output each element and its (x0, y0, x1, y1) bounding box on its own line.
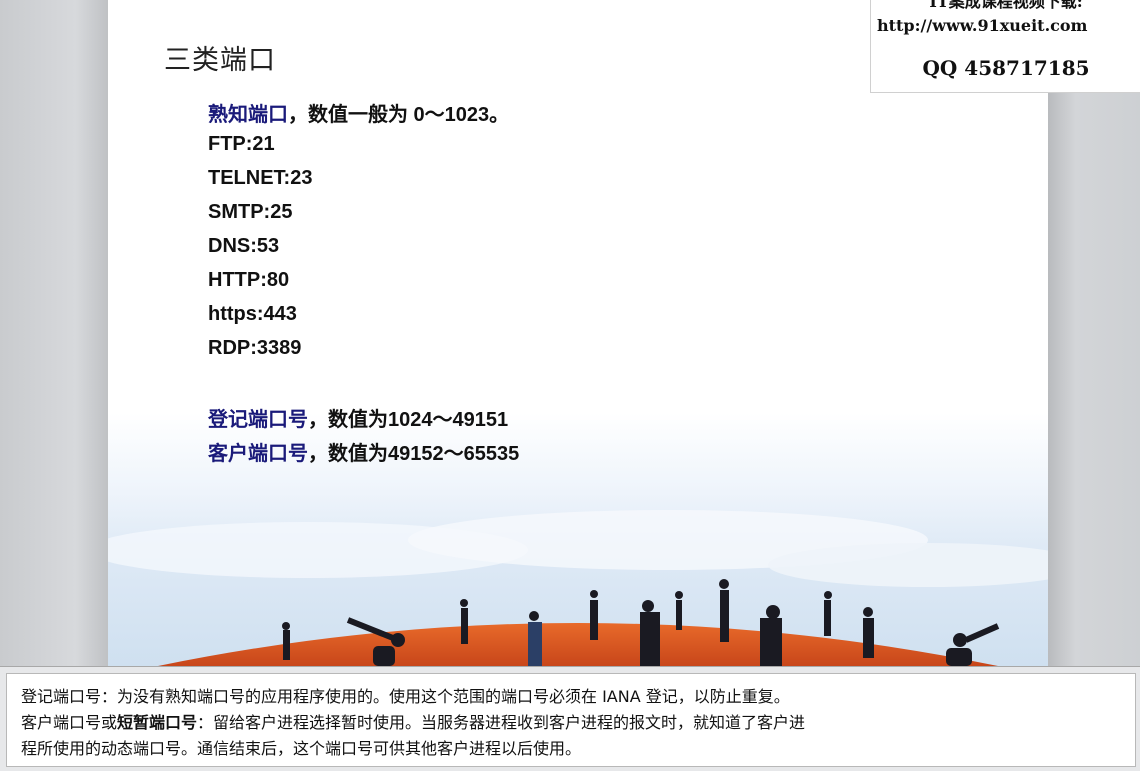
notes-line-1: 登记端口号：为没有熟知端口号的应用程序使用的。使用这个范围的端口号必须在 IAN… (21, 687, 790, 706)
port-item: https:443 (208, 303, 297, 325)
notes-line-2-bold: 短暂端口号 (117, 713, 198, 732)
watermark-url: http://www.91xueit.com (877, 16, 1088, 35)
globe-with-telescope-people-image (158, 579, 1000, 666)
slide-title: 三类端口 (164, 45, 276, 76)
port-item: DNS:53 (208, 235, 280, 257)
notes-text: 登记端口号：为没有熟知端口号的应用程序使用的。使用这个范围的端口号必须在 IAN… (21, 684, 1133, 762)
watermark-box: IT案成课程视频下载: http://www.91xueit.com QQ 45… (870, 0, 1140, 93)
speaker-notes-pane: 登记端口号：为没有熟知端口号的应用程序使用的。使用这个范围的端口号必须在 IAN… (0, 666, 1140, 771)
editor-canvas-left (0, 0, 108, 666)
editor-canvas-right (1048, 0, 1140, 666)
watermark-qq: QQ 458717185 (922, 56, 1090, 80)
notes-line-2-pre: 客户端口号或 (21, 713, 118, 732)
well-known-desc: ，数值一般为 0～1023。 (288, 104, 510, 126)
notes-line-2: 客户端口号或短暂端口号：留给客户进程选择暂时使用。当服务器进程收到客户进程的报文… (21, 710, 1133, 736)
registered-desc: ，数值为1024～49151 (308, 409, 509, 431)
client-heading: 客户端口号 (208, 443, 308, 465)
notes-line-2-post: ：留给客户进程选择暂时使用。当服务器进程收到客户进程的报文时，就知道了客户进 (197, 713, 806, 732)
notes-line-3: 程所使用的动态端口号。通信结束后，这个端口号可供其他客户进程以后使用。 (21, 739, 582, 758)
port-item: TELNET:23 (208, 167, 313, 189)
notes-text-area[interactable]: 登记端口号：为没有熟知端口号的应用程序使用的。使用这个范围的端口号必须在 IAN… (6, 673, 1136, 767)
well-known-ports-line: 熟知端口，数值一般为 0～1023。 (208, 98, 509, 127)
watermark-line1: IT案成课程视频下载: (929, 0, 1083, 11)
port-item: FTP:21 (208, 133, 275, 155)
well-known-heading: 熟知端口 (208, 104, 288, 126)
registered-heading: 登记端口号 (208, 409, 308, 431)
slide[interactable]: 三类端口 熟知端口，数值一般为 0～1023。 FTP:21 TELNET:23… (108, 0, 1048, 666)
port-item: HTTP:80 (208, 269, 290, 291)
client-desc: ，数值为49152～65535 (308, 443, 520, 465)
registered-ports-line: 登记端口号，数值为1024～49151 (208, 403, 508, 432)
port-item: SMTP:25 (208, 201, 293, 223)
client-ports-line: 客户端口号，数值为49152～65535 (208, 437, 519, 466)
port-item: RDP:3389 (208, 337, 302, 359)
